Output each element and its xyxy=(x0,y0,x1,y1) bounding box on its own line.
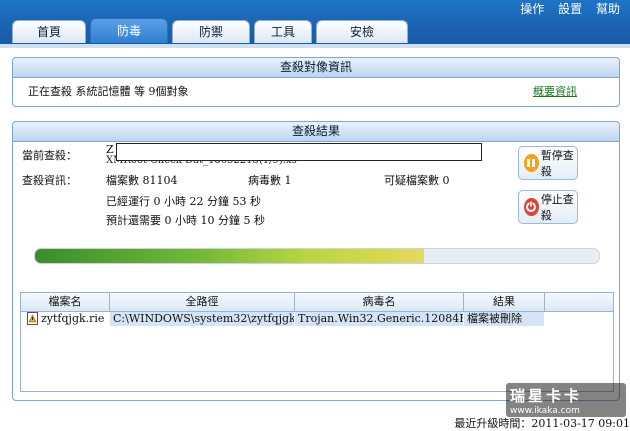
top-menu: 操作 設置 幫助 xyxy=(510,0,620,17)
pause-icon xyxy=(524,154,539,172)
files-count: 檔案數 81104 xyxy=(106,174,178,187)
stop-icon xyxy=(524,198,539,216)
menu-settings[interactable]: 設置 xyxy=(558,2,582,16)
scan-target-panel: 查殺對像資訊 正在查殺 系統記憶體 等 9個對象 概要資訊 xyxy=(12,57,620,107)
suspicious-count: 可疑檔案數 0 xyxy=(384,174,450,187)
virus-count: 病毒數 1 xyxy=(248,174,292,187)
tab-antivirus[interactable]: 防毒 xyxy=(90,18,168,43)
pause-scan-button[interactable]: 暫停查殺 xyxy=(518,146,578,180)
scan-result-header: 查殺結果 xyxy=(13,122,619,142)
elapsed-time: 已經運行 0 小時 22 分鐘 53 秒 xyxy=(106,195,261,208)
pause-label: 暫停查殺 xyxy=(540,149,574,178)
cell-filename: zytfqjgk.rie xyxy=(41,312,105,325)
last-update-status: 最近升級時間：2011-03-17 09:01 xyxy=(454,417,630,430)
col-result[interactable]: 結果 xyxy=(464,293,545,311)
tab-tools[interactable]: 工具 xyxy=(254,20,312,43)
tab-home[interactable]: 首頁 xyxy=(12,20,86,43)
summary-link[interactable]: 概要資訊 xyxy=(533,83,577,99)
file-warning-icon xyxy=(27,312,39,326)
results-table-header: 檔案名 全路徑 病毒名 結果 xyxy=(21,293,613,312)
results-table: 檔案名 全路徑 病毒名 結果 zytfqjgk.rie C:\WINDOWS\s… xyxy=(20,292,614,392)
tab-strip-border xyxy=(0,44,630,48)
scan-info-label: 查殺資訊： xyxy=(22,174,77,187)
watermark-text: 瑞星卡卡 xyxy=(510,387,583,405)
scan-progress-bar xyxy=(34,248,600,264)
current-scan-field xyxy=(116,143,482,161)
tab-security-check[interactable]: 安檢 xyxy=(316,20,408,43)
watermark: 瑞星卡卡 www.ikaka.com xyxy=(506,383,626,417)
scan-target-text: 正在查殺 系統記憶體 等 9個對象 xyxy=(28,85,189,98)
menu-help[interactable]: 幫助 xyxy=(596,2,620,16)
scan-progress-fill xyxy=(35,249,425,263)
main-tabs: 首頁 防毒 防禦 工具 安檢 xyxy=(0,18,630,44)
col-virus-name[interactable]: 病毒名 xyxy=(295,293,464,311)
top-bar: 操作 設置 幫助 首頁 防毒 防禦 工具 安檢 xyxy=(0,0,630,44)
menu-operate[interactable]: 操作 xyxy=(520,2,544,16)
remaining-time: 預計還需要 0 小時 10 分鐘 5 秒 xyxy=(106,214,265,227)
table-row[interactable]: zytfqjgk.rie C:\WINDOWS\system32\zytfqjg… xyxy=(21,312,613,326)
stop-label: 停止查殺 xyxy=(540,193,574,222)
stop-scan-button[interactable]: 停止查殺 xyxy=(518,190,578,224)
cell-virus-name: Trojan.Win32.Generic.12084E67 xyxy=(295,312,463,326)
cell-fullpath: C:\WINDOWS\system32\zytfqjgk.rie xyxy=(110,312,294,326)
cell-result: 檔案被刪除 xyxy=(464,312,544,326)
tab-defense[interactable]: 防禦 xyxy=(172,20,250,43)
scan-target-header: 查殺對像資訊 xyxy=(13,58,619,78)
col-filename[interactable]: 檔案名 xyxy=(21,293,110,311)
current-scan-label: 當前查殺： xyxy=(22,149,77,162)
col-fullpath[interactable]: 全路徑 xyxy=(110,293,295,311)
